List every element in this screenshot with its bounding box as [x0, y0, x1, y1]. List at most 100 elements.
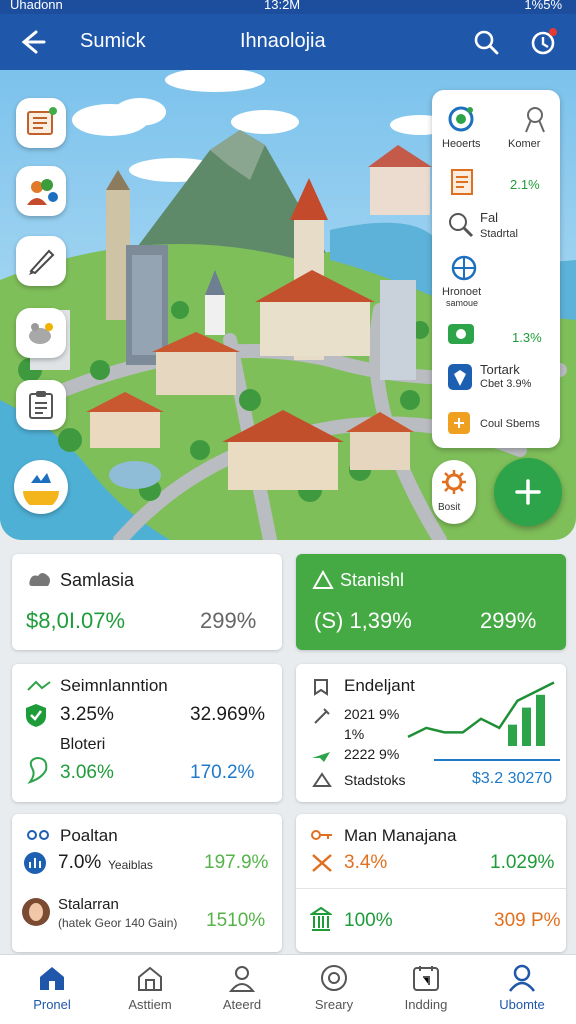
tools-icon — [314, 708, 330, 724]
metric-value-2: 197.9% — [204, 852, 269, 873]
bottom-nav: Pronel Asttiem Ateerd Sreary Indding Ubo… — [0, 954, 576, 1024]
line-label-1: 2021 9% — [344, 706, 400, 722]
pets-button[interactable] — [16, 308, 66, 358]
management-card[interactable]: Man Manajana 3.4% 1.029% 100% 309 P% — [296, 814, 566, 952]
nav-label: Pronel — [33, 997, 71, 1012]
metric-value-2: 1.029% — [490, 852, 555, 873]
tool-label-8[interactable]: Coul Sbems — [480, 418, 540, 430]
chart-circle-icon — [24, 852, 46, 874]
card-subtitle: Bloteri — [60, 736, 106, 753]
globe-icon[interactable] — [446, 104, 476, 134]
tool-sub-7: Cbet 3.9% — [480, 378, 532, 390]
search-icon[interactable] — [470, 26, 502, 58]
tool-label-2[interactable]: Komer — [508, 138, 540, 150]
checklist-button[interactable] — [16, 380, 66, 430]
map-pin-icon — [27, 756, 48, 784]
metric-value-4: 170.2% — [190, 762, 255, 783]
nav-holding[interactable]: Indding — [378, 955, 474, 1024]
tool-label-4[interactable]: Fal — [480, 210, 498, 225]
quick-tools-panel: Heoerts Komer 2.1% Fal Stadrtal Hronoet … — [432, 90, 560, 448]
ribbon-icon[interactable] — [520, 104, 550, 134]
people-icon — [27, 179, 58, 205]
weather-icon — [23, 473, 59, 505]
simulation-card[interactable]: Seimnlanntion 3.25% 32.969% Bloteri 3.06… — [12, 664, 282, 802]
card-title: Poaltan — [60, 826, 118, 845]
gear-icon — [442, 470, 466, 494]
population-card[interactable]: Poaltan 7.0% Yeaiblas 197.9% Stalarran (… — [12, 814, 282, 952]
tool-value-3: 2.1% — [510, 177, 540, 192]
tool-label-5[interactable]: Hronoet — [442, 286, 481, 298]
metric-value-1: 3.4% — [344, 852, 388, 873]
person-name: Stalarran — [58, 896, 119, 913]
chart-bar — [508, 724, 517, 746]
divider — [296, 888, 566, 889]
nav-profile[interactable]: Ubomte — [474, 955, 570, 1024]
metric-value-3: 100% — [344, 910, 393, 931]
calendar-icon — [413, 966, 439, 991]
card-title: Seimnlanntion — [60, 676, 168, 695]
notification-icon[interactable] — [528, 26, 560, 58]
weather-button[interactable] — [14, 460, 68, 514]
card-total: $3.2 30270 — [472, 770, 553, 787]
tool-label-7[interactable]: Tortark — [480, 362, 520, 377]
nav-assets[interactable]: Asttiem — [102, 955, 198, 1024]
basketball-icon[interactable] — [450, 254, 478, 282]
edit-button[interactable] — [16, 236, 66, 286]
news-button[interactable] — [16, 98, 66, 148]
nav-account[interactable]: Ateerd — [194, 955, 290, 1024]
settings-button[interactable]: Bosit — [432, 460, 476, 524]
back-arrow-icon[interactable] — [16, 26, 48, 58]
tool-sub-5: samoue — [446, 298, 479, 308]
bank-icon — [310, 906, 332, 931]
line-label-4: Stadstoks — [344, 772, 406, 788]
app-bar-subtitle: Sumick — [80, 30, 146, 52]
cash-icon[interactable] — [446, 320, 476, 348]
receipt-icon[interactable] — [450, 168, 476, 196]
user-icon — [509, 964, 535, 992]
nav-label: Indding — [404, 997, 448, 1012]
card-percent: 299% — [480, 608, 537, 633]
plus-icon — [515, 479, 541, 505]
tool-label-1[interactable]: Heoerts — [442, 138, 481, 150]
metric-value-2: 32.969% — [190, 704, 266, 725]
card-value: $8,0I.07% — [26, 608, 126, 633]
orange-box-icon[interactable] — [446, 410, 472, 436]
pen-icon — [29, 249, 55, 275]
trend-icon — [27, 680, 51, 691]
metric-sub-1: Yeaiblas — [108, 858, 153, 872]
home-icon — [40, 967, 64, 990]
line-label-3: 2222 9% — [344, 746, 400, 762]
card-percent: 299% — [200, 608, 257, 633]
clipboard-icon — [29, 391, 53, 419]
magnifier-icon[interactable] — [446, 210, 476, 238]
card-value: (S) 1,39% — [314, 608, 412, 633]
nav-search[interactable]: Sreary — [286, 955, 382, 1024]
add-button[interactable] — [494, 458, 562, 526]
page-title: Ihnaolojia — [240, 30, 326, 52]
nav-label: Sreary — [314, 997, 354, 1012]
nav-label: Asttiem — [128, 997, 172, 1012]
shield-icon[interactable] — [446, 362, 474, 392]
status-card[interactable]: Stanishl (S) 1,39% 299% — [296, 554, 566, 650]
house-outline-icon — [138, 966, 162, 991]
line-label-2: 1% — [344, 726, 365, 742]
community-button[interactable] — [16, 166, 66, 216]
bookmark-icon — [314, 679, 328, 696]
tool-sub-4: Stadrtal — [480, 228, 518, 240]
status-bar: Uhadonn 13:2M 1%5% — [0, 0, 576, 14]
person-icon — [228, 966, 256, 992]
metric-value-3: 1510% — [206, 910, 266, 931]
card-title: Stanishl — [340, 570, 405, 590]
trend-chart — [407, 681, 560, 761]
avatar[interactable] — [22, 898, 50, 926]
warning-icon — [312, 570, 334, 589]
clock: 13:2M — [264, 0, 301, 12]
person-detail: (hatek Geor 140 Gain) — [58, 916, 178, 930]
app-bar: Sumick Ihnaolojia — [0, 14, 576, 70]
summary-card[interactable]: Samlasia $8,0I.07% 299% — [12, 554, 282, 650]
settings-label: Bosit — [438, 502, 461, 513]
plane-icon — [312, 752, 330, 762]
endurance-card[interactable]: Endeljant 2021 9% 1% 2222 9% Stadstoks $… — [296, 664, 566, 802]
nav-home[interactable]: Pronel — [4, 955, 100, 1024]
link-icon — [27, 830, 49, 840]
